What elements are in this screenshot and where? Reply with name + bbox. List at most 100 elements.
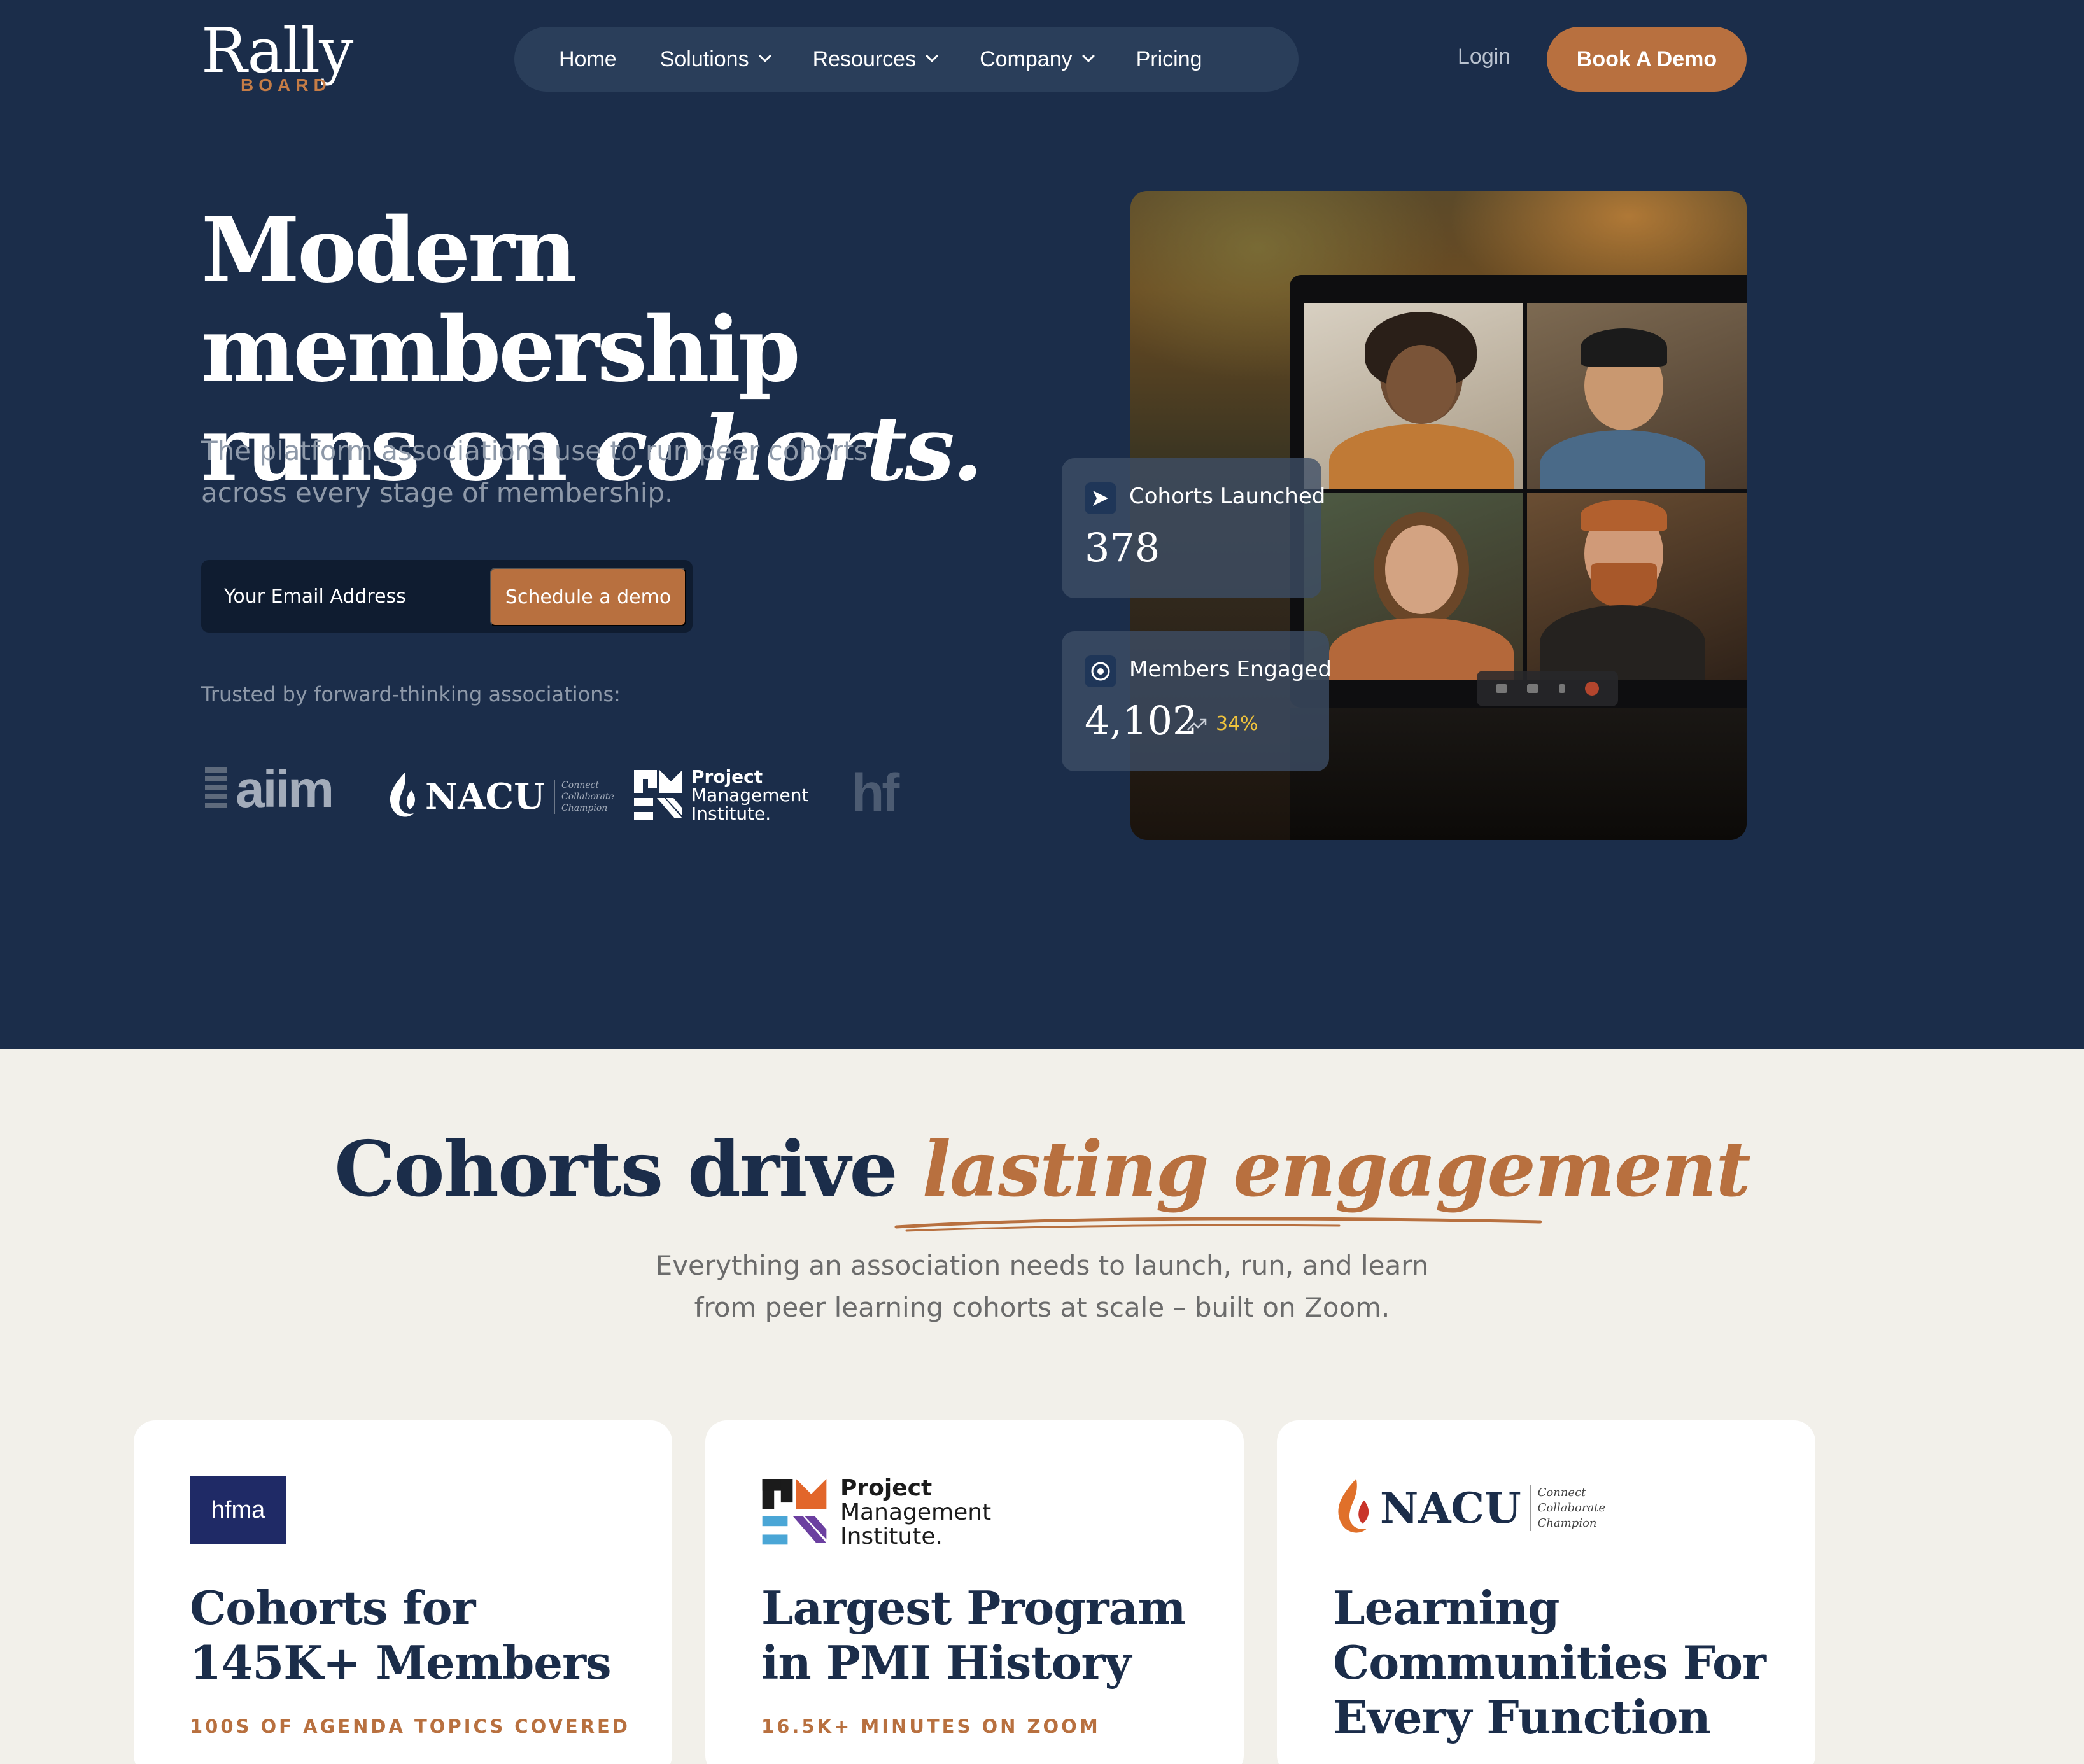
nav-solutions[interactable]: Solutions	[659, 46, 771, 72]
logo-wordmark: Rally	[201, 15, 353, 87]
pmi-mark-icon	[634, 769, 682, 820]
trend-indicator: 34%	[1186, 713, 1258, 735]
section-subtitle-line: from peer learning cohorts at scale – bu…	[694, 1292, 1390, 1323]
nacu-tagline: Connect Collaborate Champion	[1530, 1485, 1605, 1531]
card-title: Largest Program in PMI History	[761, 1581, 1186, 1690]
stat-card-members: Members Engaged 4,102 34%	[1062, 631, 1332, 771]
camera-icon[interactable]	[1495, 684, 1507, 693]
section-subtitle: Everything an association needs to launc…	[533, 1245, 1551, 1329]
video-tile	[1527, 493, 1747, 680]
login-link[interactable]: Login	[1458, 45, 1510, 69]
video-tile	[1527, 303, 1747, 489]
stat-label: Members Engaged	[1129, 657, 1332, 682]
nav-resources[interactable]: Resources	[812, 46, 938, 72]
case-study-card-pmi[interactable]: Project Management Institute. Largest Pr…	[705, 1420, 1244, 1764]
video-grid	[1304, 303, 1747, 680]
card-title: Learning Communities For Every Function	[1333, 1581, 1766, 1744]
nacu-tag-line: Collaborate	[561, 792, 614, 802]
card-kicker: 16.5K+ MINUTES ON ZOOM	[761, 1716, 1101, 1737]
email-signup-form: Schedule a demo	[201, 560, 693, 633]
stat-card-cohorts: Cohorts Launched 378	[1062, 458, 1325, 598]
case-study-card-hfma[interactable]: hfma Cohorts for 145K+ Members 100S OF A…	[134, 1420, 672, 1764]
pmi-word: Project	[840, 1475, 933, 1501]
section-title-plain: Cohorts drive	[334, 1124, 922, 1214]
participant-body	[1540, 430, 1705, 489]
aiim-mark-icon	[205, 767, 227, 812]
case-study-card-nacu[interactable]: NACU Connect Collaborate Champion Learni…	[1277, 1420, 1815, 1764]
nav-company-label: Company	[980, 46, 1073, 71]
participant-hair	[1581, 328, 1667, 367]
aiim-logo: aiim	[205, 760, 334, 818]
send-icon	[1085, 482, 1116, 514]
card-title: Cohorts for 145K+ Members	[190, 1581, 612, 1690]
trend-value: 34%	[1216, 713, 1258, 735]
hero-section: Rally BOARD Home Solutions Resources Com…	[0, 0, 2084, 1049]
video-tile	[1304, 303, 1523, 489]
participant-face	[1386, 345, 1456, 424]
participant-face	[1385, 525, 1458, 614]
chevron-down-icon	[758, 50, 771, 62]
flame-icon	[390, 773, 415, 817]
pmi-word: Institute.	[691, 803, 771, 824]
nacu-wordmark: NACU	[1380, 1483, 1521, 1533]
video-icon[interactable]	[1527, 684, 1539, 693]
participant-beard	[1591, 563, 1657, 608]
video-tile	[1304, 493, 1523, 680]
section-title-emphasis: lasting engagement	[922, 1124, 1751, 1214]
nav-home-label: Home	[559, 46, 617, 71]
email-input[interactable]	[224, 582, 479, 611]
nacu-tag-line: Champion	[561, 803, 608, 813]
pmi-word: Institute.	[840, 1523, 943, 1550]
flame-icon	[1338, 1478, 1369, 1533]
nav-pricing[interactable]: Pricing	[1136, 47, 1202, 72]
pmi-mark-icon	[762, 1479, 827, 1545]
nacu-tag-line: Champion	[1537, 1516, 1597, 1530]
end-call-icon[interactable]	[1585, 682, 1600, 696]
nacu-tagline: Connect Collaborate Champion	[554, 780, 614, 814]
schedule-demo-button[interactable]: Schedule a demo	[490, 568, 686, 626]
pmi-wordmark: Project Management Institute.	[840, 1476, 991, 1549]
pmi-word: Management	[840, 1499, 992, 1525]
nacu-tag-line: Connect	[1537, 1486, 1586, 1499]
hero-title-line1: Modern membership	[201, 199, 801, 402]
participant-body	[1540, 605, 1705, 680]
stat-label: Cohorts Launched	[1129, 484, 1326, 509]
trusted-by-label: Trusted by forward-thinking associations…	[201, 682, 621, 706]
nav-company[interactable]: Company	[980, 46, 1095, 72]
brush-underline	[894, 1217, 1542, 1232]
pmi-word: Management	[691, 785, 809, 806]
card-kicker: 100S OF AGENDA TOPICS COVERED	[190, 1716, 630, 1737]
hf-logo: hf	[852, 763, 899, 823]
chrome-icon	[1085, 655, 1116, 687]
aiim-wordmark: aiim	[236, 760, 334, 818]
rally-board-logo[interactable]: Rally BOARD	[201, 19, 367, 95]
nacu-wordmark: NACU	[425, 776, 546, 818]
mic-icon[interactable]	[1558, 684, 1565, 693]
stat-value: 4,102	[1085, 697, 1198, 744]
hero-subtitle: The platform associations use to run pee…	[201, 435, 868, 508]
hfma-logo: hfma	[190, 1476, 286, 1544]
section-subtitle-line: Everything an association needs to launc…	[655, 1250, 1429, 1281]
nacu-logo: NACU Connect Collaborate Champion	[1333, 1476, 1605, 1540]
laptop-keyboard	[1290, 708, 1747, 840]
nacu-tag-line: Connect	[561, 780, 599, 790]
nav-resources-label: Resources	[812, 46, 917, 71]
section-title: Cohorts drive lasting engagement	[0, 1125, 2084, 1214]
chevron-down-icon	[926, 50, 938, 62]
participant-body	[1329, 424, 1514, 489]
hfma-wordmark: hfma	[190, 1476, 286, 1544]
nav-pricing-label: Pricing	[1136, 46, 1202, 71]
nacu-logo: NACU Connect Collaborate Champion	[386, 766, 614, 827]
nav-solutions-label: Solutions	[659, 46, 749, 71]
pmi-logo: Project Management Institute.	[634, 767, 808, 823]
logo-subtext: BOARD	[241, 75, 332, 95]
trend-up-icon	[1187, 718, 1207, 731]
call-controls	[1477, 671, 1618, 706]
nav-home[interactable]: Home	[559, 47, 617, 72]
book-demo-button[interactable]: Book A Demo	[1547, 27, 1747, 92]
participant-hair	[1581, 500, 1667, 531]
stat-value: 378	[1085, 524, 1160, 571]
nacu-tag-line: Collaborate	[1537, 1501, 1606, 1515]
chevron-down-icon	[1081, 50, 1095, 62]
main-nav: Home Solutions Resources Company Pricing	[514, 27, 1299, 92]
